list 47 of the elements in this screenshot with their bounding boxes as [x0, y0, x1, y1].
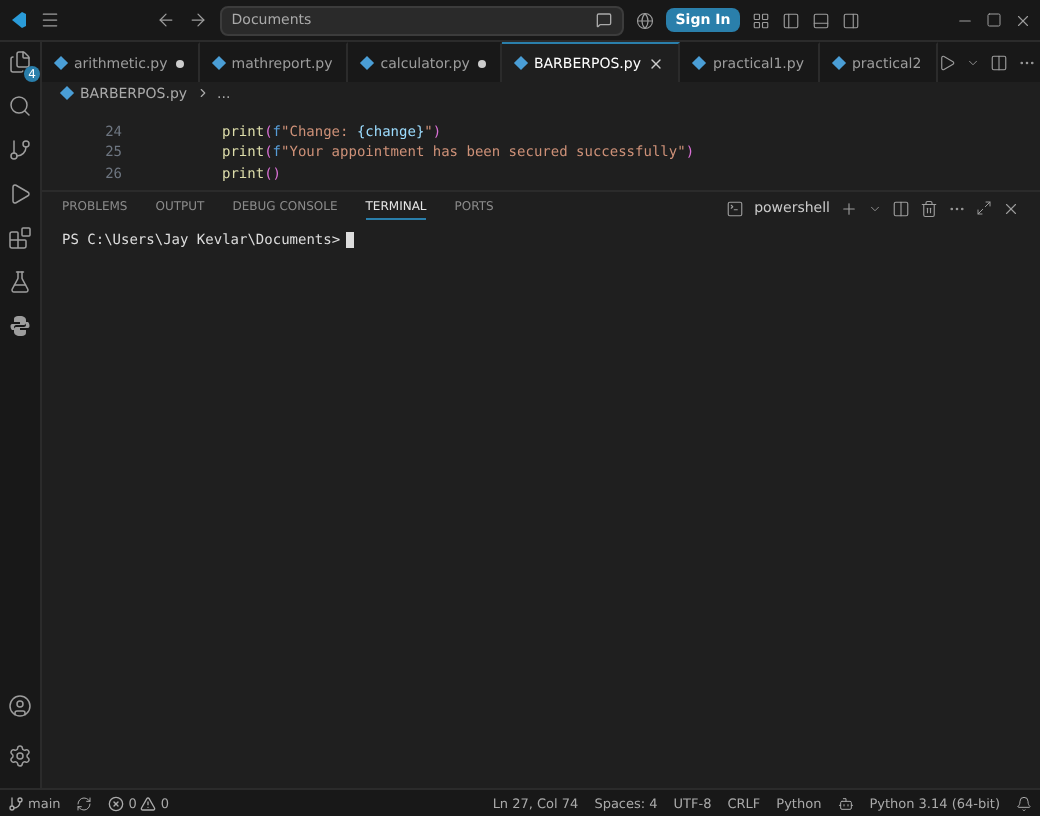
split-editor-icon[interactable]: [989, 53, 1008, 71]
warning-icon: [140, 795, 157, 811]
source-control-icon[interactable]: [8, 138, 32, 162]
python-file-icon: [831, 55, 847, 71]
branch-icon[interactable]: [8, 795, 24, 811]
python-file-icon: [360, 55, 375, 71]
maximize-icon[interactable]: [986, 12, 1002, 28]
flask-icon[interactable]: [8, 270, 32, 294]
run-icon[interactable]: [937, 53, 956, 71]
close-tab-icon[interactable]: [648, 55, 665, 71]
chat-icon[interactable]: [595, 12, 612, 28]
layout-icon[interactable]: [752, 11, 771, 29]
python-file-icon: [692, 55, 708, 71]
caret-icon[interactable]: [868, 201, 882, 215]
trash-icon[interactable]: [920, 199, 938, 217]
new-terminal-icon[interactable]: [840, 199, 858, 217]
notifications-icon[interactable]: [1016, 795, 1032, 811]
explorer-icon[interactable]: [8, 50, 32, 74]
caret-icon[interactable]: [965, 55, 980, 69]
run-debug-icon[interactable]: [8, 182, 32, 206]
extensions-icon[interactable]: [8, 226, 32, 250]
unsaved-dot: [477, 59, 486, 67]
robot-icon[interactable]: [837, 795, 854, 811]
terminal-cursor: [346, 232, 355, 248]
python-icon[interactable]: [8, 314, 32, 338]
search-icon[interactable]: [8, 94, 32, 118]
terminal-icon[interactable]: [726, 199, 745, 217]
forward-icon[interactable]: [187, 10, 208, 30]
split-terminal-icon[interactable]: [892, 199, 910, 217]
settings-icon[interactable]: [8, 744, 32, 768]
error-icon: [108, 795, 125, 811]
close-icon[interactable]: [1014, 11, 1032, 29]
menu-icon[interactable]: [40, 10, 60, 30]
panel-toggle-icon[interactable]: [812, 11, 831, 29]
globe-icon[interactable]: [635, 11, 654, 29]
secondary-sidebar-icon[interactable]: [842, 11, 861, 29]
back-icon[interactable]: [155, 10, 176, 30]
app-logo-icon: [8, 10, 28, 30]
chevron-right-icon: [195, 86, 210, 100]
close-panel-icon[interactable]: [1002, 199, 1020, 217]
python-file-icon: [211, 55, 226, 71]
unsaved-dot: [175, 59, 184, 67]
account-icon[interactable]: [8, 694, 32, 718]
python-file-icon: [513, 55, 528, 71]
sidebar-toggle-icon[interactable]: [782, 11, 801, 29]
maximize-panel-icon[interactable]: [976, 200, 992, 216]
sync-icon[interactable]: [76, 795, 93, 811]
